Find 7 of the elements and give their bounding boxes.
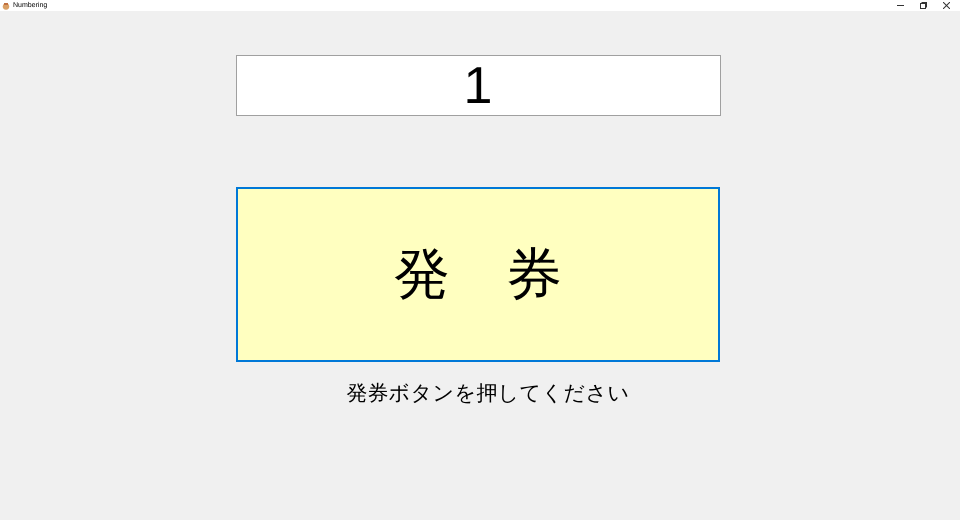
close-icon — [943, 2, 950, 9]
app-icon — [2, 2, 10, 10]
restore-icon — [920, 2, 927, 9]
number-display: 1 — [236, 55, 720, 116]
minimize-icon — [897, 2, 904, 9]
issue-ticket-button[interactable]: 発 券 — [236, 187, 720, 362]
instruction-text: 発券ボタンを押してください — [346, 380, 630, 407]
